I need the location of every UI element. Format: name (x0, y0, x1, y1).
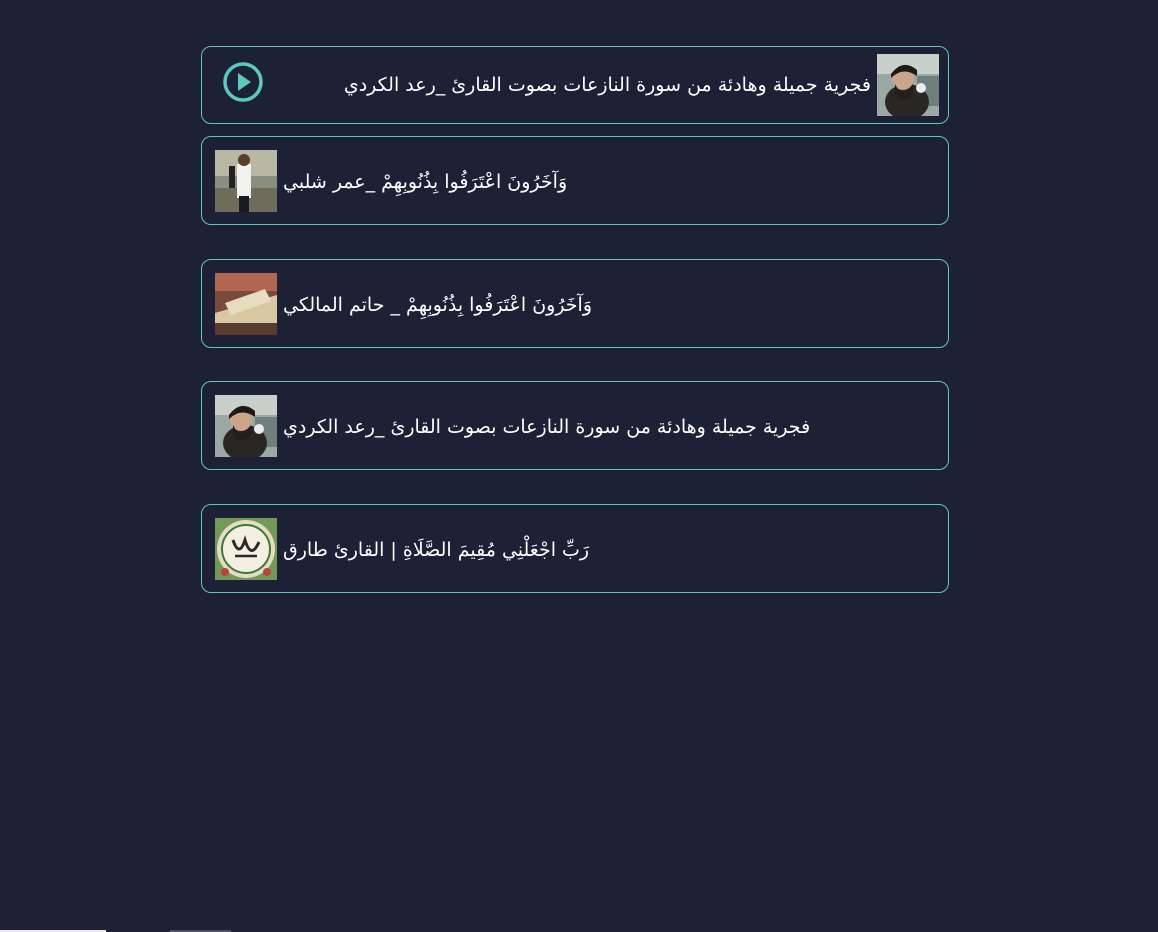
track-item[interactable]: رَبِّ اجْعَلْنِي مُقِيمَ الصَّلَاةِ | ال… (201, 504, 949, 593)
track-thumbnail (215, 150, 277, 212)
now-playing-card[interactable]: فجرية جميلة وهادئة من سورة النازعات بصوت… (201, 46, 949, 124)
track-item[interactable]: وَآخَرُونَ اعْتَرَفُوا بِذُنُوبِهِمْ _ ح… (201, 259, 949, 348)
play-button[interactable] (222, 61, 264, 103)
track-title: رَبِّ اجْعَلْنِي مُقِيمَ الصَّلَاةِ | ال… (283, 539, 590, 561)
now-playing-thumbnail (877, 54, 939, 116)
track-thumbnail (215, 273, 277, 335)
play-circle-icon (223, 62, 263, 102)
track-title: وَآخَرُونَ اعْتَرَفُوا بِذُنُوبِهِمْ _عم… (283, 171, 568, 193)
now-playing-title: فجرية جميلة وهادئة من سورة النازعات بصوت… (343, 74, 871, 96)
track-item[interactable]: وَآخَرُونَ اعْتَرَفُوا بِذُنُوبِهِمْ _عم… (201, 136, 949, 225)
track-thumbnail (215, 518, 277, 580)
track-title: فجرية جميلة وهادئة من سورة النازعات بصوت… (283, 416, 811, 438)
track-thumbnail (215, 395, 277, 457)
track-title: وَآخَرُونَ اعْتَرَفُوا بِذُنُوبِهِمْ _ ح… (283, 294, 593, 316)
track-item[interactable]: فجرية جميلة وهادئة من سورة النازعات بصوت… (201, 381, 949, 470)
